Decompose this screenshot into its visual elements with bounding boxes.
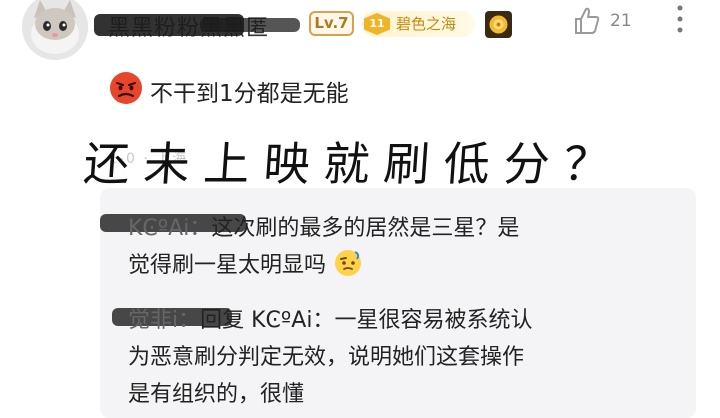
- reply-text-line1: 这次刷的最多的居然是三星？是: [211, 216, 520, 241]
- more-vertical-icon[interactable]: [676, 4, 684, 34]
- reply-item[interactable]: 觉非i：回复 KϾºAi：一星很容易被系统认 为恶意刷分判定无效，说明她们这套操…: [128, 302, 688, 413]
- fan-badge-number: 11: [364, 13, 390, 35]
- thumbs-up-icon[interactable]: [573, 6, 601, 36]
- reply-prefix: 回复 KϾºAi：: [200, 308, 335, 333]
- reply-text-line2: 觉得刷一星太明显吗: [128, 253, 327, 278]
- level-badge: Lv.7: [309, 11, 354, 36]
- reply-author[interactable]: KϾºAi：: [128, 216, 211, 241]
- reply-text-line1: 一星很容易被系统认: [334, 308, 533, 333]
- reply-item[interactable]: KϾºAi：这次刷的最多的居然是三星？是 觉得刷一星太明显吗: [128, 210, 688, 284]
- cat-avatar-image: [22, 0, 88, 60]
- overlay-handwritten-title: 还未上映就刷低分？: [81, 137, 626, 191]
- fan-badge[interactable]: 11 碧色之海: [362, 11, 475, 37]
- like-count: 21: [610, 11, 632, 31]
- redaction-scribble: [200, 18, 300, 32]
- thinking-face-emoji: [335, 250, 362, 276]
- avatar[interactable]: [22, 0, 88, 60]
- angry-face-emoji: [110, 72, 142, 104]
- medal-icon: [485, 11, 512, 38]
- comment-text: 不干到1分都是无能: [150, 81, 349, 107]
- reply-text-line3: 是有组织的，很懂: [128, 382, 305, 407]
- fan-badge-label: 碧色之海: [396, 15, 457, 33]
- reply-text-line2: 为恶意刷分判定无效，说明她们这套操作: [128, 345, 525, 370]
- reply-author[interactable]: 觉非i：: [128, 308, 200, 333]
